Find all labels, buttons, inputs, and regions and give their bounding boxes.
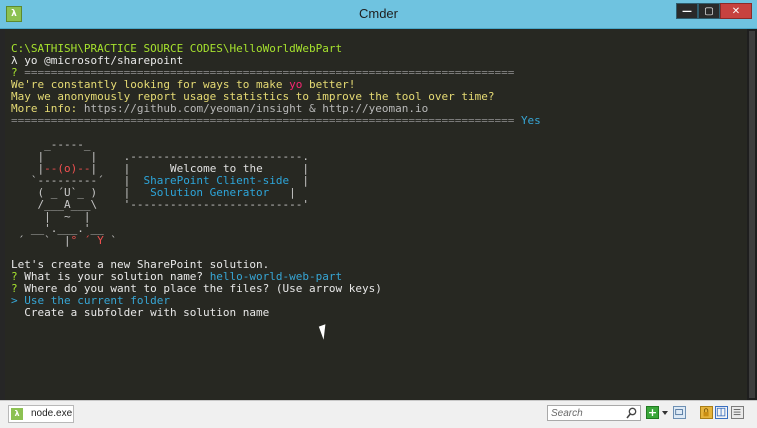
title-bar[interactable]: λ Cmder — ▢ ✕ xyxy=(0,0,757,29)
separator-answer: ========================================… xyxy=(11,114,521,127)
option-subfolder[interactable]: Create a subfolder with solution name xyxy=(11,306,269,319)
scroll-thumb[interactable] xyxy=(749,31,755,398)
console-output[interactable]: C:\SATHISH\PRACTICE SOURCE CODES\HelloWo… xyxy=(5,29,747,400)
cmder-window: λ Cmder — ▢ ✕ C:\SATHISH\PRACTICE SOURCE… xyxy=(0,0,757,428)
ascii-art-row9: ´ ` | xyxy=(11,234,71,247)
lambda-icon: λ xyxy=(11,408,23,420)
status-bar: λ node.exe + xyxy=(0,400,757,428)
window-title: Cmder xyxy=(358,6,398,21)
menu-icon[interactable] xyxy=(731,406,744,419)
arrow-keys-hint: (Use arrow keys) xyxy=(269,282,382,295)
search-input[interactable] xyxy=(551,407,621,419)
lock-icon[interactable] xyxy=(700,406,713,419)
vertical-scrollbar[interactable] xyxy=(747,29,757,400)
search-box[interactable] xyxy=(547,405,641,421)
minimize-button[interactable]: — xyxy=(676,3,698,19)
split-icon[interactable] xyxy=(715,406,728,419)
maximize-button[interactable]: ▢ xyxy=(698,3,720,19)
add-icon[interactable]: + xyxy=(646,406,659,419)
view-icon[interactable] xyxy=(673,406,686,419)
ascii-art-row9-end: ` xyxy=(103,234,117,247)
tab-node-exe[interactable]: λ node.exe xyxy=(8,405,74,423)
search-icon[interactable] xyxy=(626,407,637,419)
tab-label: node.exe xyxy=(31,408,73,419)
ascii-art-feet: ° ´ Y xyxy=(70,234,104,247)
answer-yes: Yes xyxy=(520,114,541,127)
close-button[interactable]: ✕ xyxy=(720,3,752,19)
dropdown-arrow-icon[interactable] xyxy=(661,406,669,419)
